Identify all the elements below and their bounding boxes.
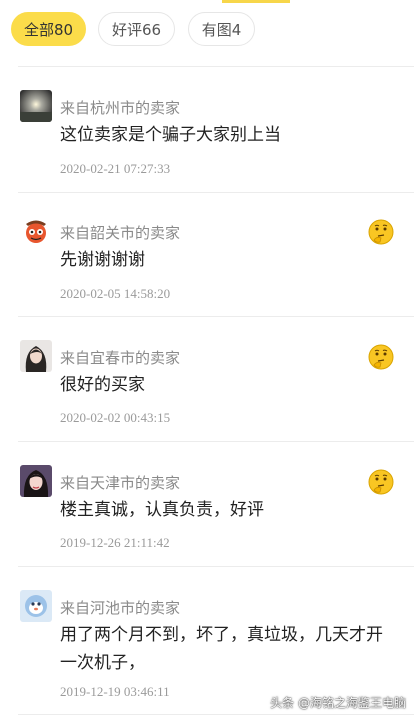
- avatar-image: [20, 90, 52, 122]
- filter-chip-all[interactable]: 全部80: [11, 12, 86, 46]
- review-comment: 楼主真诚，认真负责，好评: [60, 500, 264, 520]
- avatar-image: [20, 465, 52, 497]
- reviewer-name: 来自韶关市的卖家: [60, 224, 181, 242]
- review-comment: 很好的买家: [60, 375, 145, 395]
- review-comment: 这位卖家是个骗子大家别上当: [60, 125, 281, 145]
- avatar[interactable]: [20, 340, 52, 372]
- divider: [18, 192, 414, 193]
- review-comment: 先谢谢谢谢: [60, 250, 145, 270]
- avatar[interactable]: [20, 590, 52, 622]
- review-time: 2020-02-02 00:43:15: [60, 410, 171, 425]
- thinking-face-icon: [368, 469, 394, 495]
- review-time: 2019-12-19 03:46:11: [60, 684, 170, 699]
- divider: [18, 66, 414, 67]
- avatar[interactable]: [20, 215, 52, 247]
- watermark: 头条 @海铭之海鉴王电脑: [270, 696, 406, 710]
- review-comment: 用了两个月不到，坏了，真垃圾，几天才开一次机子，: [60, 625, 383, 673]
- divider: [18, 441, 414, 442]
- avatar[interactable]: [20, 465, 52, 497]
- filter-chip-good[interactable]: 好评66: [98, 12, 175, 46]
- avatar[interactable]: [20, 90, 52, 122]
- filter-chip-with-pictures[interactable]: 有图4: [188, 12, 255, 46]
- reviewer-name: 来自河池市的卖家: [60, 599, 181, 617]
- thinking-face-icon: [368, 219, 394, 245]
- reviewer-name: 来自杭州市的卖家: [60, 99, 181, 117]
- reviewer-name: 来自天津市的卖家: [60, 474, 181, 492]
- divider: [18, 316, 414, 317]
- divider: [18, 714, 414, 715]
- divider: [18, 566, 414, 567]
- reviewer-name: 来自宜春市的卖家: [60, 349, 181, 367]
- avatar-image: [20, 340, 52, 372]
- thinking-face-icon: [368, 344, 394, 370]
- review-time: 2019-12-26 21:11:42: [60, 535, 170, 550]
- avatar-image: [20, 590, 52, 622]
- avatar-image: [20, 215, 52, 247]
- reviews-page: 全部80 好评66 有图4 来自杭州市的卖家 这位卖家是个骗子大家别上当 202…: [0, 0, 414, 721]
- filter-bar: 全部80 好评66 有图4: [0, 0, 414, 66]
- review-time: 2020-02-21 07:27:33: [60, 161, 171, 176]
- review-time: 2020-02-05 14:58:20: [60, 286, 171, 301]
